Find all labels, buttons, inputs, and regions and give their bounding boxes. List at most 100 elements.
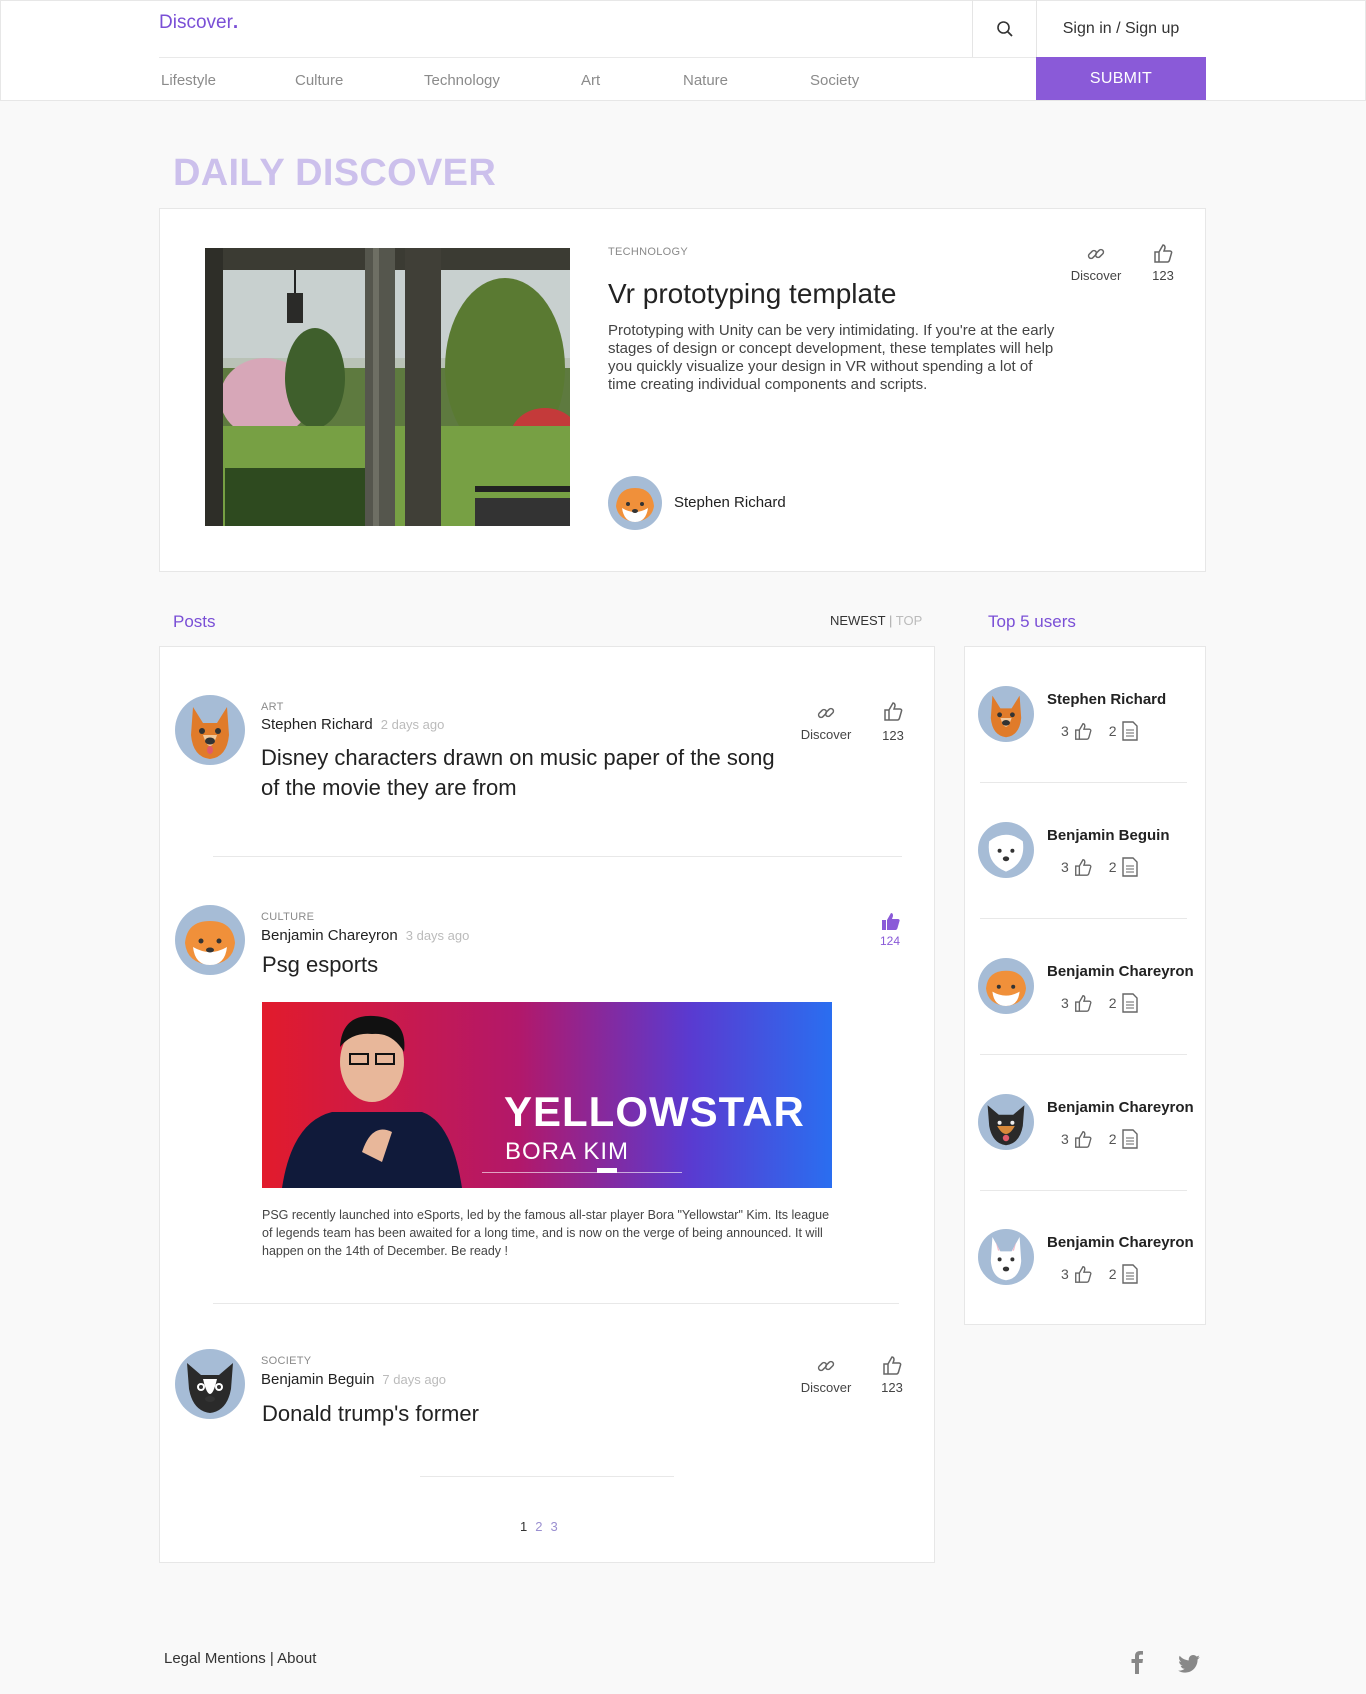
- post-title[interactable]: Disney characters drawn on music paper o…: [261, 743, 781, 803]
- post-author-avatar[interactable]: [175, 905, 245, 975]
- featured-image[interactable]: [205, 248, 570, 526]
- user-avatar[interactable]: [978, 686, 1034, 742]
- section-title: DAILY DISCOVER: [173, 152, 497, 194]
- like-count: 123: [882, 728, 904, 743]
- thumbs-up-icon: [883, 1356, 902, 1375]
- post-title[interactable]: Donald trump's former: [262, 1399, 479, 1429]
- featured-discover-button[interactable]: Discover: [1066, 244, 1126, 283]
- nav-lifestyle[interactable]: Lifestyle: [161, 72, 216, 89]
- post-category: ART: [261, 701, 284, 713]
- user-post-count: 2: [1108, 859, 1117, 875]
- user-name[interactable]: Stephen Richard: [1047, 691, 1166, 708]
- thumbs-up-icon: [1074, 723, 1092, 740]
- german-shepherd-avatar-icon: [191, 707, 229, 759]
- user-avatar[interactable]: [978, 1094, 1034, 1150]
- page-1[interactable]: 1: [520, 1519, 527, 1534]
- user-stats: 32: [1061, 721, 1139, 741]
- featured-author-avatar[interactable]: [608, 476, 662, 530]
- nav-technology[interactable]: Technology: [424, 72, 500, 89]
- post-title[interactable]: Psg esports: [262, 950, 378, 980]
- sort-top[interactable]: TOP: [896, 613, 923, 628]
- post-author-name[interactable]: Stephen Richard: [261, 716, 373, 733]
- user-name[interactable]: Benjamin Chareyron: [1047, 963, 1194, 980]
- thumbs-up-icon: [1074, 1266, 1092, 1283]
- post-author-name[interactable]: Benjamin Beguin: [261, 1371, 374, 1388]
- twitter-icon[interactable]: [1178, 1655, 1200, 1678]
- user-avatar[interactable]: [978, 1229, 1034, 1285]
- german-shepherd-avatar-icon: [990, 695, 1022, 738]
- user-name[interactable]: Benjamin Chareyron: [1047, 1234, 1194, 1251]
- user-avatar[interactable]: [978, 822, 1034, 878]
- user-stats: 32: [1061, 1264, 1139, 1284]
- like-count: 124: [879, 934, 901, 948]
- facebook-icon[interactable]: [1130, 1650, 1144, 1679]
- document-icon: [1121, 857, 1138, 877]
- post-like-button[interactable]: 123: [878, 1354, 906, 1395]
- document-icon: [1121, 993, 1138, 1013]
- footer-separator: |: [269, 1650, 274, 1667]
- thumbs-up-icon: [884, 702, 903, 721]
- post-discover-button[interactable]: Discover: [796, 1356, 856, 1395]
- white-shepherd-avatar-icon: [990, 1237, 1022, 1281]
- user-stats: 32: [1061, 993, 1139, 1013]
- post-meta: Stephen Richard 2 days ago: [261, 716, 444, 734]
- nav-nature[interactable]: Nature: [683, 72, 728, 89]
- post-divider: [213, 856, 902, 857]
- post-meta: Benjamin Chareyron 3 days ago: [261, 927, 469, 945]
- user-post-count: 2: [1108, 995, 1117, 1011]
- post-author-avatar[interactable]: [175, 1349, 245, 1419]
- page-2[interactable]: 2: [535, 1519, 542, 1534]
- like-count: 123: [1152, 268, 1174, 283]
- link-icon: [817, 1360, 835, 1372]
- thumbs-up-icon: [1154, 244, 1173, 263]
- like-count: 123: [881, 1380, 903, 1395]
- document-icon: [1121, 721, 1138, 741]
- nav-art[interactable]: Art: [581, 72, 600, 89]
- top-users-title: Top 5 users: [988, 612, 1076, 631]
- about-link[interactable]: About: [277, 1650, 316, 1667]
- nav-society[interactable]: Society: [810, 72, 859, 89]
- featured-description: Prototyping with Unity can be very intim…: [608, 322, 1055, 393]
- pagination: 123: [516, 1518, 562, 1536]
- nav-culture[interactable]: Culture: [295, 72, 343, 89]
- legal-mentions-link[interactable]: Legal Mentions: [164, 1650, 266, 1667]
- post-time: 3 days ago: [405, 928, 470, 943]
- user-like-count: 3: [1061, 1266, 1069, 1282]
- featured-author-name[interactable]: Stephen Richard: [674, 494, 786, 511]
- thumbs-up-icon: [1074, 1131, 1092, 1148]
- user-divider: [980, 1190, 1187, 1191]
- rottweiler-avatar-icon: [987, 1105, 1025, 1146]
- signin-link[interactable]: Sign in / Sign up: [1036, 0, 1206, 57]
- posts-section-title: Posts: [173, 612, 216, 631]
- site-logo[interactable]: Discover.: [159, 12, 238, 34]
- user-divider: [980, 918, 1187, 919]
- user-avatar[interactable]: [978, 958, 1034, 1014]
- user-name[interactable]: Benjamin Chareyron: [1047, 1099, 1194, 1116]
- post-like-button[interactable]: 123: [878, 700, 908, 743]
- submit-button[interactable]: SUBMIT: [1036, 57, 1206, 100]
- search-button[interactable]: [973, 0, 1036, 57]
- sort-newest[interactable]: NEWEST: [830, 613, 885, 628]
- post-author-name[interactable]: Benjamin Chareyron: [261, 927, 398, 944]
- featured-category: TECHNOLOGY: [608, 246, 689, 258]
- post-author-avatar[interactable]: [175, 695, 245, 765]
- shiba-avatar-icon: [986, 970, 1026, 1006]
- discover-label: Discover: [800, 727, 852, 742]
- link-icon: [817, 707, 835, 719]
- user-name[interactable]: Benjamin Beguin: [1047, 827, 1170, 844]
- featured-title[interactable]: Vr prototyping template: [608, 278, 896, 310]
- page-3[interactable]: 3: [550, 1519, 557, 1534]
- banner-subtitle: BORA KIM: [505, 1138, 630, 1165]
- featured-like-button[interactable]: 123: [1148, 242, 1178, 283]
- french-bulldog-avatar-icon: [187, 1363, 233, 1413]
- post-image-banner[interactable]: YELLOWSTAR BORA KIM: [262, 1002, 832, 1188]
- post-like-button-active[interactable]: 124: [876, 910, 904, 948]
- white-dog-avatar-icon: [988, 834, 1024, 872]
- user-stats: 32: [1061, 857, 1139, 877]
- porch-garden-image: [205, 248, 570, 526]
- post-discover-button[interactable]: Discover: [796, 703, 856, 742]
- post-meta: Benjamin Beguin 7 days ago: [261, 1371, 446, 1389]
- user-divider: [980, 782, 1187, 783]
- shiba-avatar-icon: [185, 921, 235, 965]
- post-time: 2 days ago: [380, 717, 445, 732]
